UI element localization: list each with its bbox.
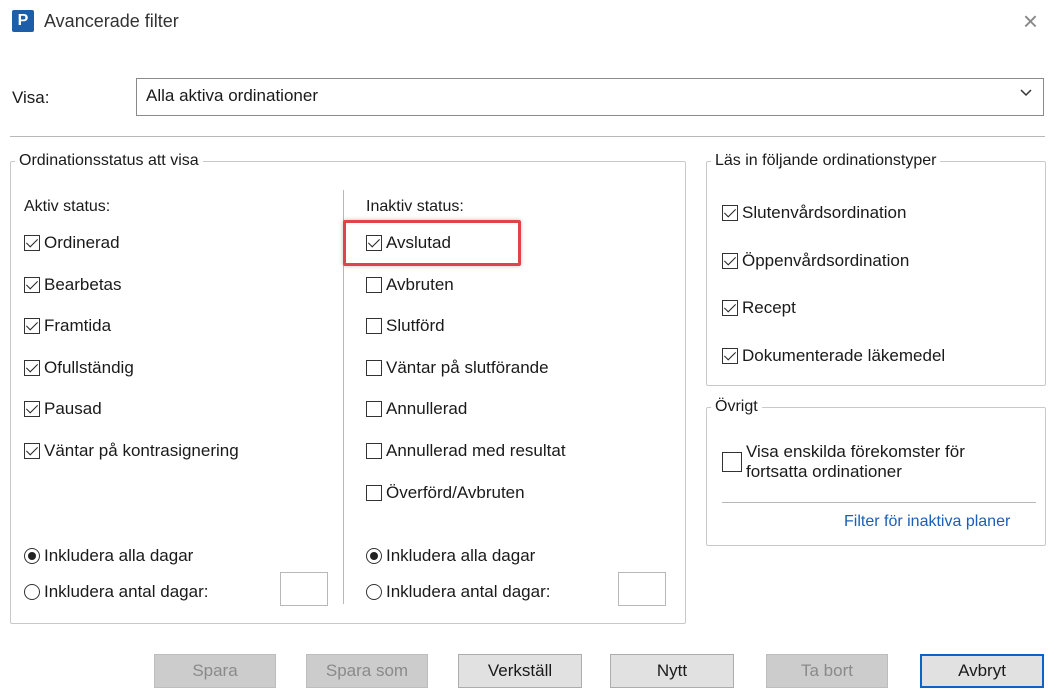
inactive-radio-all[interactable]: Inkludera alla dagar (366, 546, 535, 566)
checkbox[interactable] (24, 318, 40, 335)
active-status-item-label: Ofullständig (44, 357, 134, 377)
window-title: Avancerade filter (44, 11, 179, 31)
other-option-line1: Visa enskilda förekomster för (746, 442, 965, 461)
cancel-button[interactable]: Avbryt (920, 654, 1044, 688)
checkbox[interactable] (24, 359, 40, 376)
visa-label: Visa: (12, 88, 50, 107)
types-group-legend: Läs in följande ordinationstyper (715, 152, 937, 169)
radio-button[interactable] (24, 584, 40, 600)
radio-label: Inkludera alla dagar (386, 546, 536, 565)
order-type-item-label: Öppenvårdsordination (742, 250, 910, 270)
order-type-item-label: Recept (742, 298, 796, 317)
active-status-item-label: Väntar på kontrasignering (44, 441, 239, 460)
checkbox[interactable] (722, 452, 742, 472)
app-icon: P (12, 10, 34, 32)
other-option[interactable]: Visa enskilda förekomster för fortsatta … (722, 442, 965, 482)
checkbox[interactable] (24, 443, 40, 459)
active-status-item[interactable]: Bearbetas (24, 275, 122, 295)
checkbox[interactable] (722, 205, 738, 221)
other-group-legend: Övrigt (715, 398, 758, 415)
checkbox[interactable] (366, 484, 382, 501)
checkbox[interactable] (366, 443, 382, 459)
other-option-line2: fortsatta ordinationer (746, 462, 902, 481)
delete-button[interactable]: Ta bort (766, 654, 888, 688)
inactive-status-item[interactable]: Överförd/Avbruten (366, 483, 525, 503)
checkbox[interactable] (24, 276, 40, 293)
active-status-item[interactable]: Pausad (24, 399, 102, 419)
checkbox[interactable] (366, 276, 382, 293)
active-status-item-label: Pausad (44, 399, 102, 419)
inactive-status-item-label: Väntar på slutförande (386, 357, 549, 377)
radio-button[interactable] (366, 584, 382, 600)
inactive-status-item-label: Slutförd (386, 316, 445, 336)
inactive-plans-filter-link[interactable]: Filter för inaktiva planer (844, 513, 1010, 531)
checkbox[interactable] (722, 300, 738, 316)
radio-button[interactable] (24, 548, 40, 564)
radio-button[interactable] (366, 548, 382, 564)
inactive-status-heading: Inaktiv status: (366, 198, 464, 215)
active-status-heading: Aktiv status: (24, 198, 111, 215)
separator (722, 502, 1036, 503)
order-type-item[interactable]: Slutenvårdsordination (722, 203, 906, 223)
radio-label: Inkludera alla dagar (44, 546, 194, 565)
inactive-status-item-label: Avbruten (386, 274, 454, 294)
active-radio-all[interactable]: Inkludera alla dagar (24, 546, 193, 566)
order-type-item-label: Slutenvårdsordination (742, 203, 907, 222)
save-as-button[interactable]: Spara som (306, 654, 428, 688)
inactive-radio-count[interactable]: Inkludera antal dagar: (366, 582, 550, 602)
status-group-legend: Ordinationsstatus att visa (19, 152, 199, 169)
checkbox[interactable] (366, 401, 382, 418)
order-type-item[interactable]: Öppenvårdsordination (722, 251, 909, 271)
checkbox[interactable] (24, 401, 40, 418)
checkbox[interactable] (366, 359, 382, 376)
radio-label: Inkludera antal dagar: (44, 582, 209, 601)
inactive-status-item[interactable]: Annullerad (366, 399, 467, 419)
active-status-item[interactable]: Framtida (24, 316, 111, 336)
highlight-annotation (343, 220, 521, 266)
inactive-days-input[interactable] (618, 572, 666, 606)
apply-button[interactable]: Verkställ (458, 654, 582, 688)
inactive-status-item-label: Annullerad (386, 399, 468, 419)
inactive-status-item-label: Överförd/Avbruten (386, 482, 525, 502)
chevron-down-icon (1019, 85, 1033, 104)
checkbox[interactable] (722, 252, 738, 269)
inactive-status-item[interactable]: Väntar på slutförande (366, 358, 549, 378)
other-option-label: Visa enskilda förekomster för fortsatta … (746, 442, 965, 482)
close-icon[interactable]: × (1023, 6, 1038, 37)
new-button[interactable]: Nytt (610, 654, 734, 688)
inactive-status-item[interactable]: Avbruten (366, 275, 454, 295)
inactive-status-item-label: Annullerad med resultat (386, 441, 566, 460)
inactive-status-item[interactable]: Annullerad med resultat (366, 441, 566, 461)
active-radio-count[interactable]: Inkludera antal dagar: (24, 582, 208, 602)
active-status-item-label: Ordinerad (44, 233, 120, 252)
active-status-item-label: Bearbetas (44, 274, 122, 294)
order-type-item-label: Dokumenterade läkemedel (742, 345, 946, 365)
radio-label: Inkludera antal dagar: (386, 582, 551, 601)
inactive-status-item[interactable]: Slutförd (366, 316, 445, 336)
save-button[interactable]: Spara (154, 654, 276, 688)
checkbox[interactable] (366, 318, 382, 335)
checkbox[interactable] (24, 235, 40, 251)
order-type-item[interactable]: Dokumenterade läkemedel (722, 346, 945, 366)
active-status-item[interactable]: Väntar på kontrasignering (24, 441, 239, 461)
active-status-item[interactable]: Ordinerad (24, 233, 120, 253)
active-status-item-label: Framtida (44, 316, 112, 336)
active-days-input[interactable] (280, 572, 328, 606)
separator (10, 136, 1045, 137)
active-status-item[interactable]: Ofullständig (24, 358, 134, 378)
visa-dropdown[interactable]: Alla aktiva ordinationer (136, 78, 1044, 116)
visa-selected-value: Alla aktiva ordinationer (146, 86, 318, 105)
order-type-item[interactable]: Recept (722, 298, 796, 318)
checkbox[interactable] (722, 347, 738, 364)
